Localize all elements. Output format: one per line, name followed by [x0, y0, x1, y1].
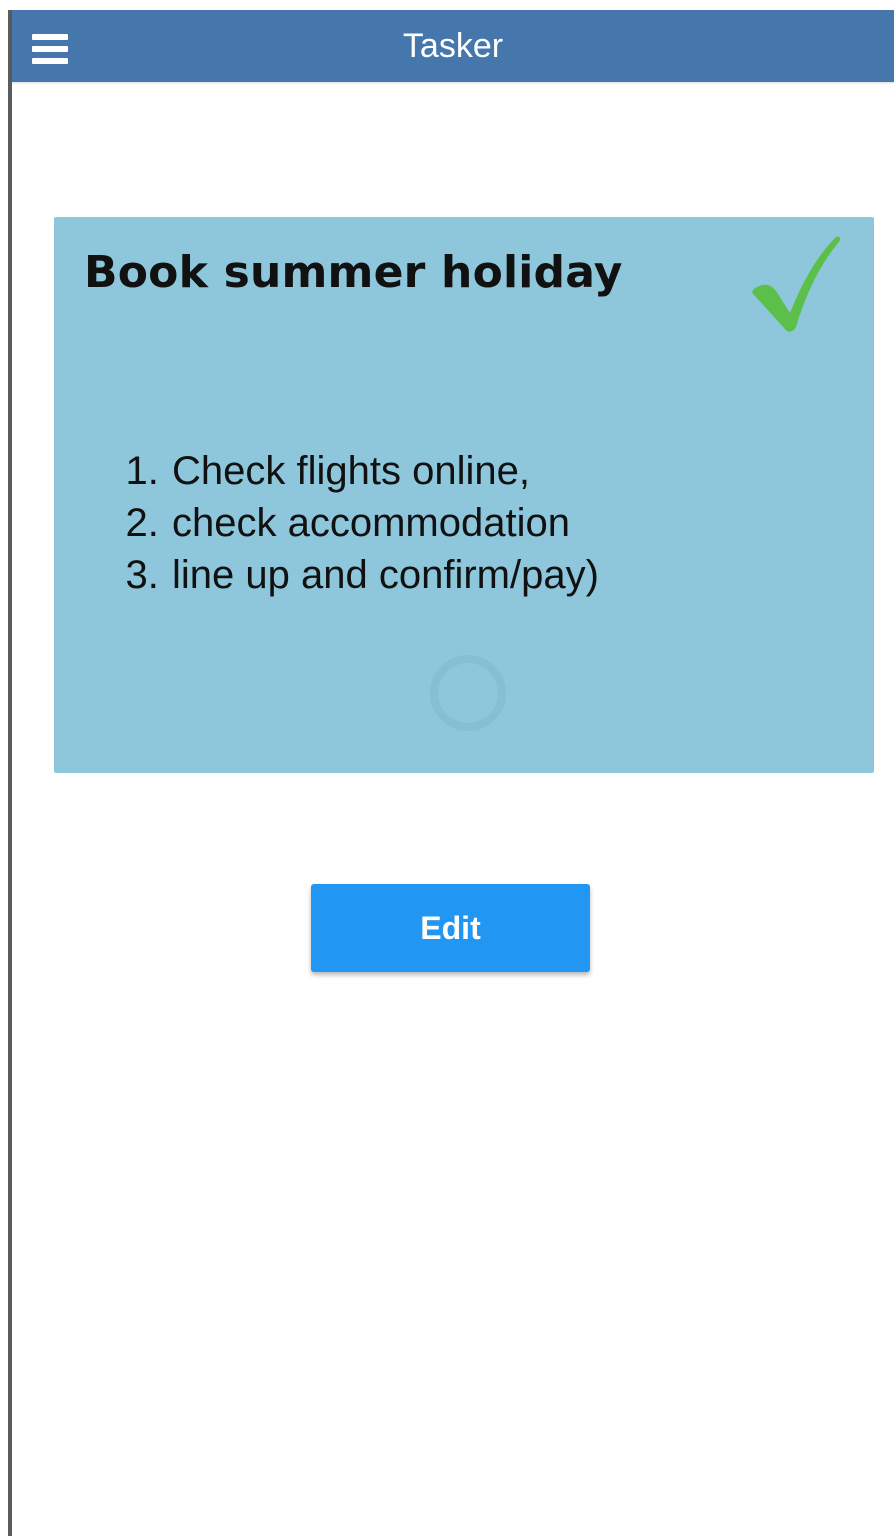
task-step: check accommodation	[170, 497, 599, 549]
task-step: line up and confirm/pay)	[170, 549, 599, 601]
edit-button[interactable]: Edit	[311, 884, 590, 972]
hamburger-menu-icon[interactable]	[30, 30, 70, 70]
task-title: Book summer holiday	[84, 247, 623, 298]
menu-bar-bottom	[32, 58, 68, 64]
top-margin	[0, 0, 894, 10]
task-step: Check flights online,	[170, 445, 599, 497]
task-steps-list: Check flights online, check accommodatio…	[124, 445, 599, 601]
window-left-border	[0, 0, 12, 1536]
checkmark-icon	[752, 236, 841, 332]
app-title: Tasker	[402, 27, 504, 65]
menu-bar-middle	[32, 46, 68, 52]
app-header: Tasker	[12, 10, 894, 82]
app-screen: Tasker Book summer holiday Check flights…	[0, 0, 894, 1536]
task-card: Book summer holiday Check flights online…	[54, 217, 874, 773]
loading-ring-icon	[430, 655, 506, 731]
menu-bar-top	[32, 34, 68, 40]
